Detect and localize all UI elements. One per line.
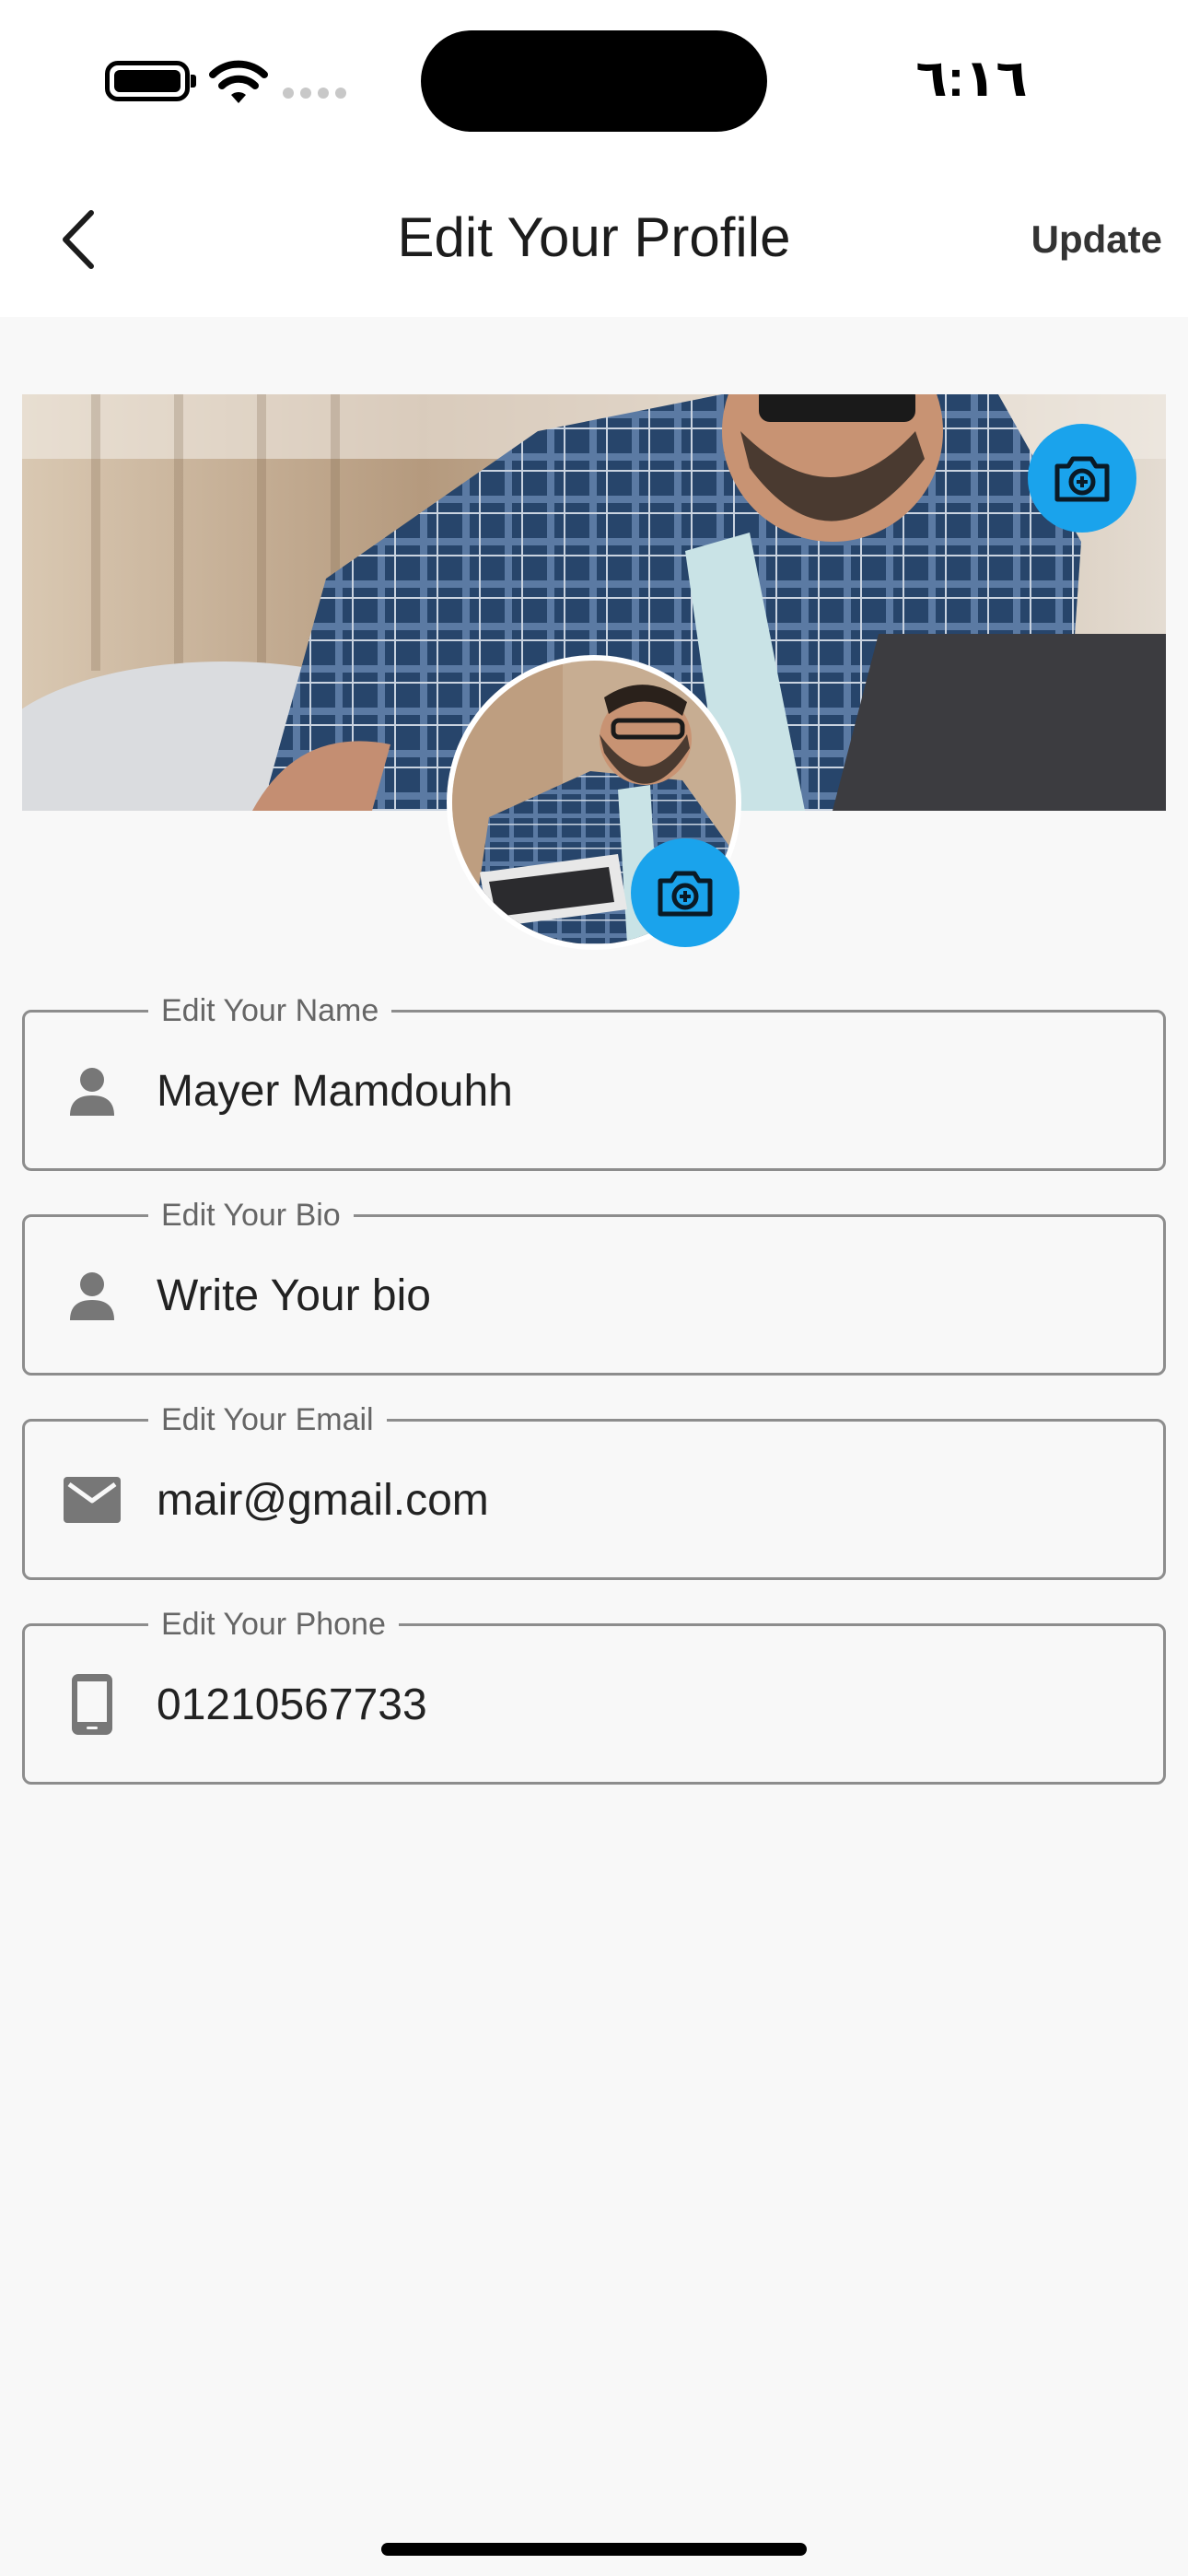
chevron-left-icon — [63, 210, 94, 269]
wifi-icon — [209, 60, 268, 103]
battery-icon — [105, 61, 196, 101]
email-field[interactable]: Edit Your Email mair@gmail.com — [22, 1398, 1166, 1580]
back-button[interactable] — [46, 203, 111, 276]
name-field[interactable]: Edit Your Name Mayer Mamdouhh — [22, 989, 1166, 1171]
person-icon — [60, 1263, 124, 1328]
email-field-label: Edit Your Email — [148, 1398, 387, 1442]
bio-input[interactable]: Write Your bio — [157, 1267, 431, 1326]
signal-icon — [283, 88, 346, 99]
phone-input[interactable]: 01210567733 — [157, 1676, 427, 1735]
avatar-camera-button[interactable] — [631, 838, 740, 947]
name-field-label: Edit Your Name — [148, 989, 392, 1033]
page-title: Edit Your Profile — [397, 206, 791, 268]
person-icon — [60, 1059, 124, 1123]
edit-profile-screen: ٦:١٦ Edit Your Profile Update Edit Your … — [0, 0, 1188, 2576]
cover-camera-button[interactable] — [1028, 424, 1136, 533]
status-time: ٦:١٦ — [915, 49, 1028, 107]
camera-add-icon — [658, 871, 713, 917]
camera-add-icon — [1054, 456, 1110, 502]
phone-field-label: Edit Your Phone — [148, 1602, 399, 1646]
home-indicator — [381, 2543, 807, 2556]
phone-icon — [60, 1672, 124, 1737]
bio-field-label: Edit Your Bio — [148, 1193, 354, 1237]
phone-field[interactable]: Edit Your Phone 01210567733 — [22, 1602, 1166, 1785]
status-bar: ٦:١٦ — [0, 0, 1188, 157]
mail-icon — [60, 1468, 124, 1532]
update-button[interactable]: Update — [1031, 212, 1162, 267]
dynamic-island — [421, 30, 767, 132]
email-input[interactable]: mair@gmail.com — [157, 1471, 489, 1530]
bio-field[interactable]: Edit Your Bio Write Your bio — [22, 1193, 1166, 1376]
name-input[interactable]: Mayer Mamdouhh — [157, 1062, 513, 1121]
app-bar: Edit Your Profile Update — [0, 157, 1188, 317]
